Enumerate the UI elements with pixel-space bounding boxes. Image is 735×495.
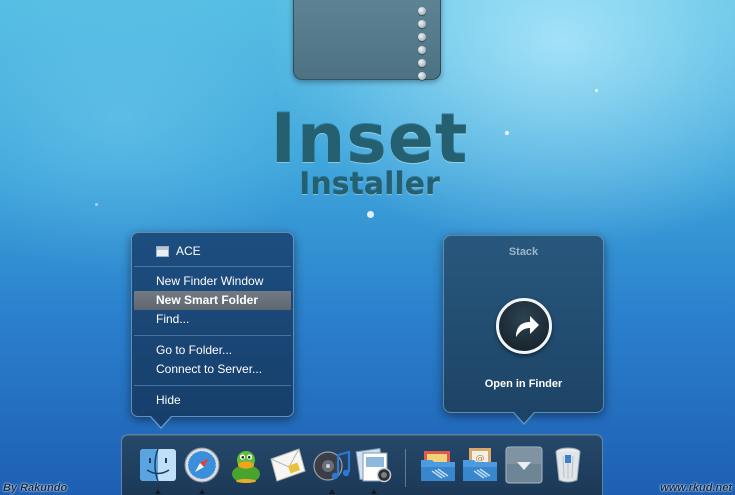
menu-header[interactable]: ACE bbox=[156, 244, 201, 258]
dot bbox=[418, 20, 426, 28]
dock-item-applications-folder[interactable] bbox=[418, 445, 458, 485]
mail-icon bbox=[270, 448, 306, 482]
credit-left: By Rakundo bbox=[3, 482, 68, 494]
dock-context-menu: ACE New Finder Window New Smart Folder F… bbox=[131, 232, 294, 429]
stack-toggle-icon bbox=[505, 446, 543, 484]
dock-item-trash[interactable] bbox=[548, 445, 588, 485]
running-indicator bbox=[371, 489, 377, 494]
dock-item-adium[interactable] bbox=[226, 445, 266, 485]
background-sparkle bbox=[367, 211, 374, 218]
dot bbox=[418, 59, 426, 67]
menu-item-connect-to-server[interactable]: Connect to Server... bbox=[134, 360, 291, 379]
preview-icon bbox=[355, 447, 392, 483]
dock-item-stack-toggle[interactable] bbox=[504, 445, 544, 485]
stack-title: Stack bbox=[508, 246, 539, 258]
menu-separator bbox=[134, 335, 291, 336]
running-indicator bbox=[329, 489, 335, 494]
dock-item-itunes[interactable] bbox=[312, 445, 352, 485]
stack-popup: Stack Open in Finder bbox=[443, 235, 604, 425]
menu-item-hide[interactable]: Hide bbox=[134, 391, 291, 410]
background-sparkle bbox=[595, 89, 598, 92]
title-sub: Installer bbox=[299, 167, 440, 202]
curved-arrow-icon bbox=[516, 316, 539, 337]
dock-item-finder[interactable] bbox=[138, 445, 178, 485]
applications-folder-icon bbox=[421, 451, 455, 481]
itunes-icon bbox=[313, 450, 351, 481]
open-in-finder-button[interactable] bbox=[496, 298, 552, 354]
dot bbox=[418, 33, 426, 41]
panel-dots bbox=[418, 7, 426, 80]
menu-separator bbox=[134, 385, 291, 386]
dot bbox=[418, 46, 426, 54]
dock-item-mail[interactable] bbox=[268, 445, 308, 485]
menu-item-find[interactable]: Find... bbox=[134, 310, 291, 329]
dock-item-preview[interactable] bbox=[354, 445, 394, 485]
menu-pointer bbox=[151, 416, 171, 427]
window-icon bbox=[156, 245, 169, 257]
documents-folder-icon: @ bbox=[463, 448, 497, 481]
open-in-finder-label[interactable]: Open in Finder bbox=[444, 378, 603, 390]
dock-item-safari[interactable] bbox=[182, 445, 222, 485]
credit-right: www.rkud.net bbox=[660, 482, 732, 494]
running-indicator bbox=[199, 489, 205, 494]
menu-item-new-finder-window[interactable]: New Finder Window bbox=[134, 272, 291, 291]
menu-separator bbox=[134, 266, 291, 267]
menu-header-label: ACE bbox=[176, 244, 201, 258]
top-stack-panel bbox=[293, 0, 441, 80]
dot bbox=[418, 72, 426, 80]
safari-icon bbox=[184, 447, 220, 483]
dock-item-documents-folder[interactable]: @ bbox=[460, 445, 500, 485]
running-indicator bbox=[155, 489, 161, 494]
finder-icon bbox=[140, 448, 176, 482]
dot bbox=[418, 7, 426, 15]
dock: @ bbox=[121, 434, 603, 495]
menu-item-new-smart-folder[interactable]: New Smart Folder bbox=[134, 291, 291, 310]
trash-icon bbox=[555, 447, 581, 483]
dock-divider bbox=[405, 449, 406, 487]
adium-duck-icon bbox=[232, 451, 260, 483]
background-sparkle bbox=[95, 203, 98, 206]
stack-pointer bbox=[514, 412, 534, 423]
menu-item-go-to-folder[interactable]: Go to Folder... bbox=[134, 341, 291, 360]
